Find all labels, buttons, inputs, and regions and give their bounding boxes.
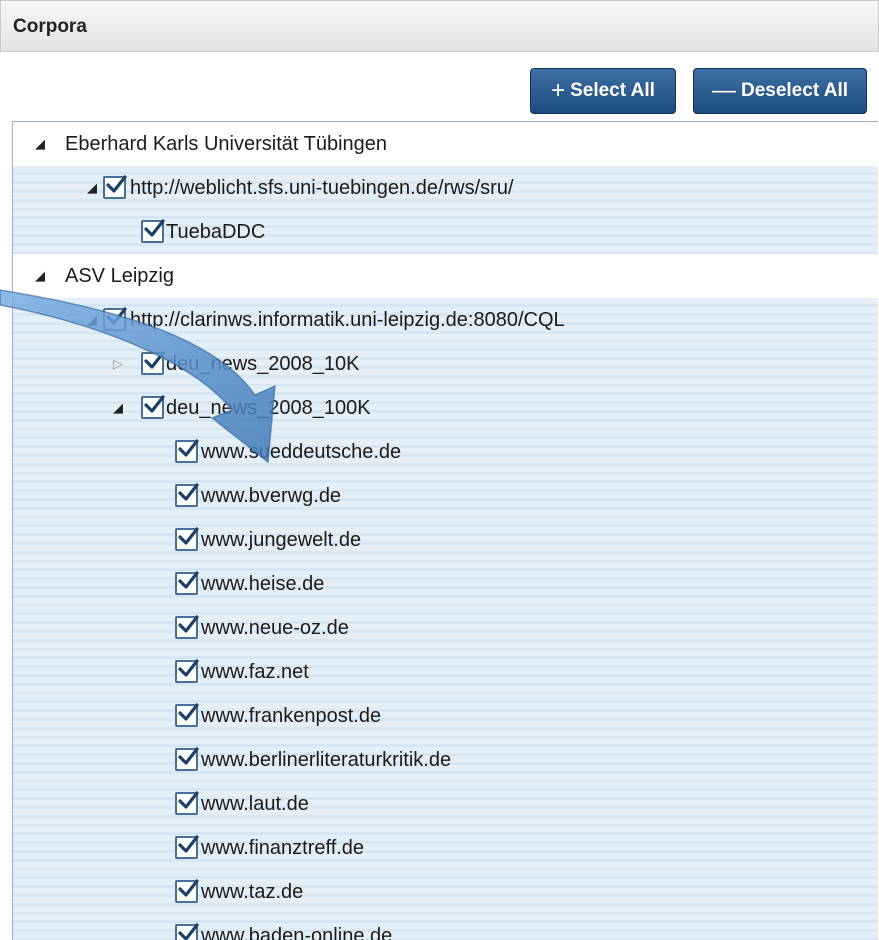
tree-row-label: TuebaDDC <box>166 221 266 243</box>
minus-icon: — <box>711 77 736 104</box>
checkbox-checked-icon[interactable] <box>175 879 199 903</box>
checkbox-checked-icon[interactable] <box>141 351 165 375</box>
checkbox-checked-icon[interactable] <box>175 527 199 551</box>
checkbox-checked-icon[interactable] <box>141 219 165 243</box>
deselect-all-button[interactable]: — Deselect All <box>693 68 867 114</box>
checkbox-checked-icon[interactable] <box>175 703 199 727</box>
triangle-expanded-icon[interactable]: ◢ <box>84 180 100 196</box>
tree-row[interactable]: www.baden-online.de <box>13 914 878 940</box>
checkbox-checked-icon[interactable] <box>175 747 199 771</box>
checkbox-checked-icon[interactable] <box>175 923 199 940</box>
tree-row[interactable]: www.frankenpost.de <box>13 694 878 738</box>
checkbox-checked-icon[interactable] <box>103 307 127 331</box>
tree-row[interactable]: www.taz.de <box>13 870 878 914</box>
tree-row-label: www.berlinerliteraturkritik.de <box>201 749 452 771</box>
triangle-collapsed-icon[interactable]: ▷ <box>110 356 126 372</box>
tree-row-label: www.heise.de <box>201 573 325 595</box>
corpora-tree: ◢ Eberhard Karls Universität Tübingen ◢ htt… <box>12 121 878 940</box>
tree-row[interactable]: www.sueddeutsche.de <box>13 430 878 474</box>
checkbox-checked-icon[interactable] <box>175 571 199 595</box>
checkbox-checked-icon[interactable] <box>175 483 199 507</box>
panel-title: Corpora <box>13 16 87 37</box>
corpora-panel: Corpora + Select All — Deselect All ◢ Ebe… <box>0 0 879 940</box>
deselect-all-label: Deselect All <box>740 80 848 101</box>
tree-row[interactable]: TuebaDDC <box>13 210 878 254</box>
tree-row[interactable]: ◢ ASV Leipzig <box>13 254 878 298</box>
tree-row-label: www.taz.de <box>201 881 304 903</box>
checkbox-checked-icon[interactable] <box>175 615 199 639</box>
select-all-label: Select All <box>570 80 655 101</box>
checkbox-checked-icon[interactable] <box>175 659 199 683</box>
tree-row[interactable]: www.jungewelt.de <box>13 518 878 562</box>
triangle-expanded-icon[interactable]: ◢ <box>84 312 100 328</box>
tree-row-label: www.frankenpost.de <box>201 705 382 727</box>
select-all-button[interactable]: + Select All <box>530 68 676 114</box>
tree-row-label: http://clarinws.informatik.uni-leipzig.d… <box>130 309 565 331</box>
triangle-expanded-icon[interactable]: ◢ <box>32 136 48 152</box>
checkbox-checked-icon[interactable] <box>175 439 199 463</box>
tree-row-label: http://weblicht.sfs.uni-tuebingen.de/rws… <box>130 177 514 199</box>
tree-row[interactable]: ◢ http://clarinws.informatik.uni-leipzig.… <box>13 298 878 342</box>
tree-row-label: www.neue-oz.de <box>201 617 349 639</box>
checkbox-checked-icon[interactable] <box>175 835 199 859</box>
tree-row[interactable]: www.finanztreff.de <box>13 826 878 870</box>
triangle-expanded-icon[interactable]: ◢ <box>110 400 126 416</box>
tree-row-label: www.faz.net <box>201 661 309 683</box>
tree-row-label: deu_news_2008_100K <box>166 397 371 419</box>
tree-row[interactable]: www.bverwg.de <box>13 474 878 518</box>
tree-row-label: www.jungewelt.de <box>201 529 362 551</box>
tree-row[interactable]: www.berlinerliteraturkritik.de <box>13 738 878 782</box>
tree-row[interactable]: ▷ deu_news_2008_10K <box>13 342 878 386</box>
tree-row-label: ASV Leipzig <box>65 265 174 287</box>
tree-row-label: www.baden-online.de <box>201 925 393 940</box>
plus-icon: + <box>551 77 566 104</box>
tree-row-label: Eberhard Karls Universität Tübingen <box>65 133 388 155</box>
checkbox-checked-icon[interactable] <box>103 175 127 199</box>
checkbox-checked-icon[interactable] <box>141 395 165 419</box>
tree-row[interactable]: www.heise.de <box>13 562 878 606</box>
tree-row[interactable]: ◢ http://weblicht.sfs.uni-tuebingen.de/rw… <box>13 166 878 210</box>
tree-row[interactable]: www.laut.de <box>13 782 878 826</box>
tree-row-label: www.sueddeutsche.de <box>201 441 402 463</box>
tree-row-label: deu_news_2008_10K <box>166 353 360 375</box>
checkbox-checked-icon[interactable] <box>175 791 199 815</box>
panel-header: Corpora <box>0 0 879 52</box>
tree-row[interactable]: ◢ deu_news_2008_100K <box>13 386 878 430</box>
tree-row[interactable]: ◢ Eberhard Karls Universität Tübingen <box>13 122 878 166</box>
tree-row-label: www.finanztreff.de <box>201 837 365 859</box>
tree-row-label: www.laut.de <box>201 793 309 815</box>
tree-row-label: www.bverwg.de <box>201 485 342 507</box>
triangle-expanded-icon[interactable]: ◢ <box>32 268 48 284</box>
tree-row[interactable]: www.faz.net <box>13 650 878 694</box>
tree-row[interactable]: www.neue-oz.de <box>13 606 878 650</box>
